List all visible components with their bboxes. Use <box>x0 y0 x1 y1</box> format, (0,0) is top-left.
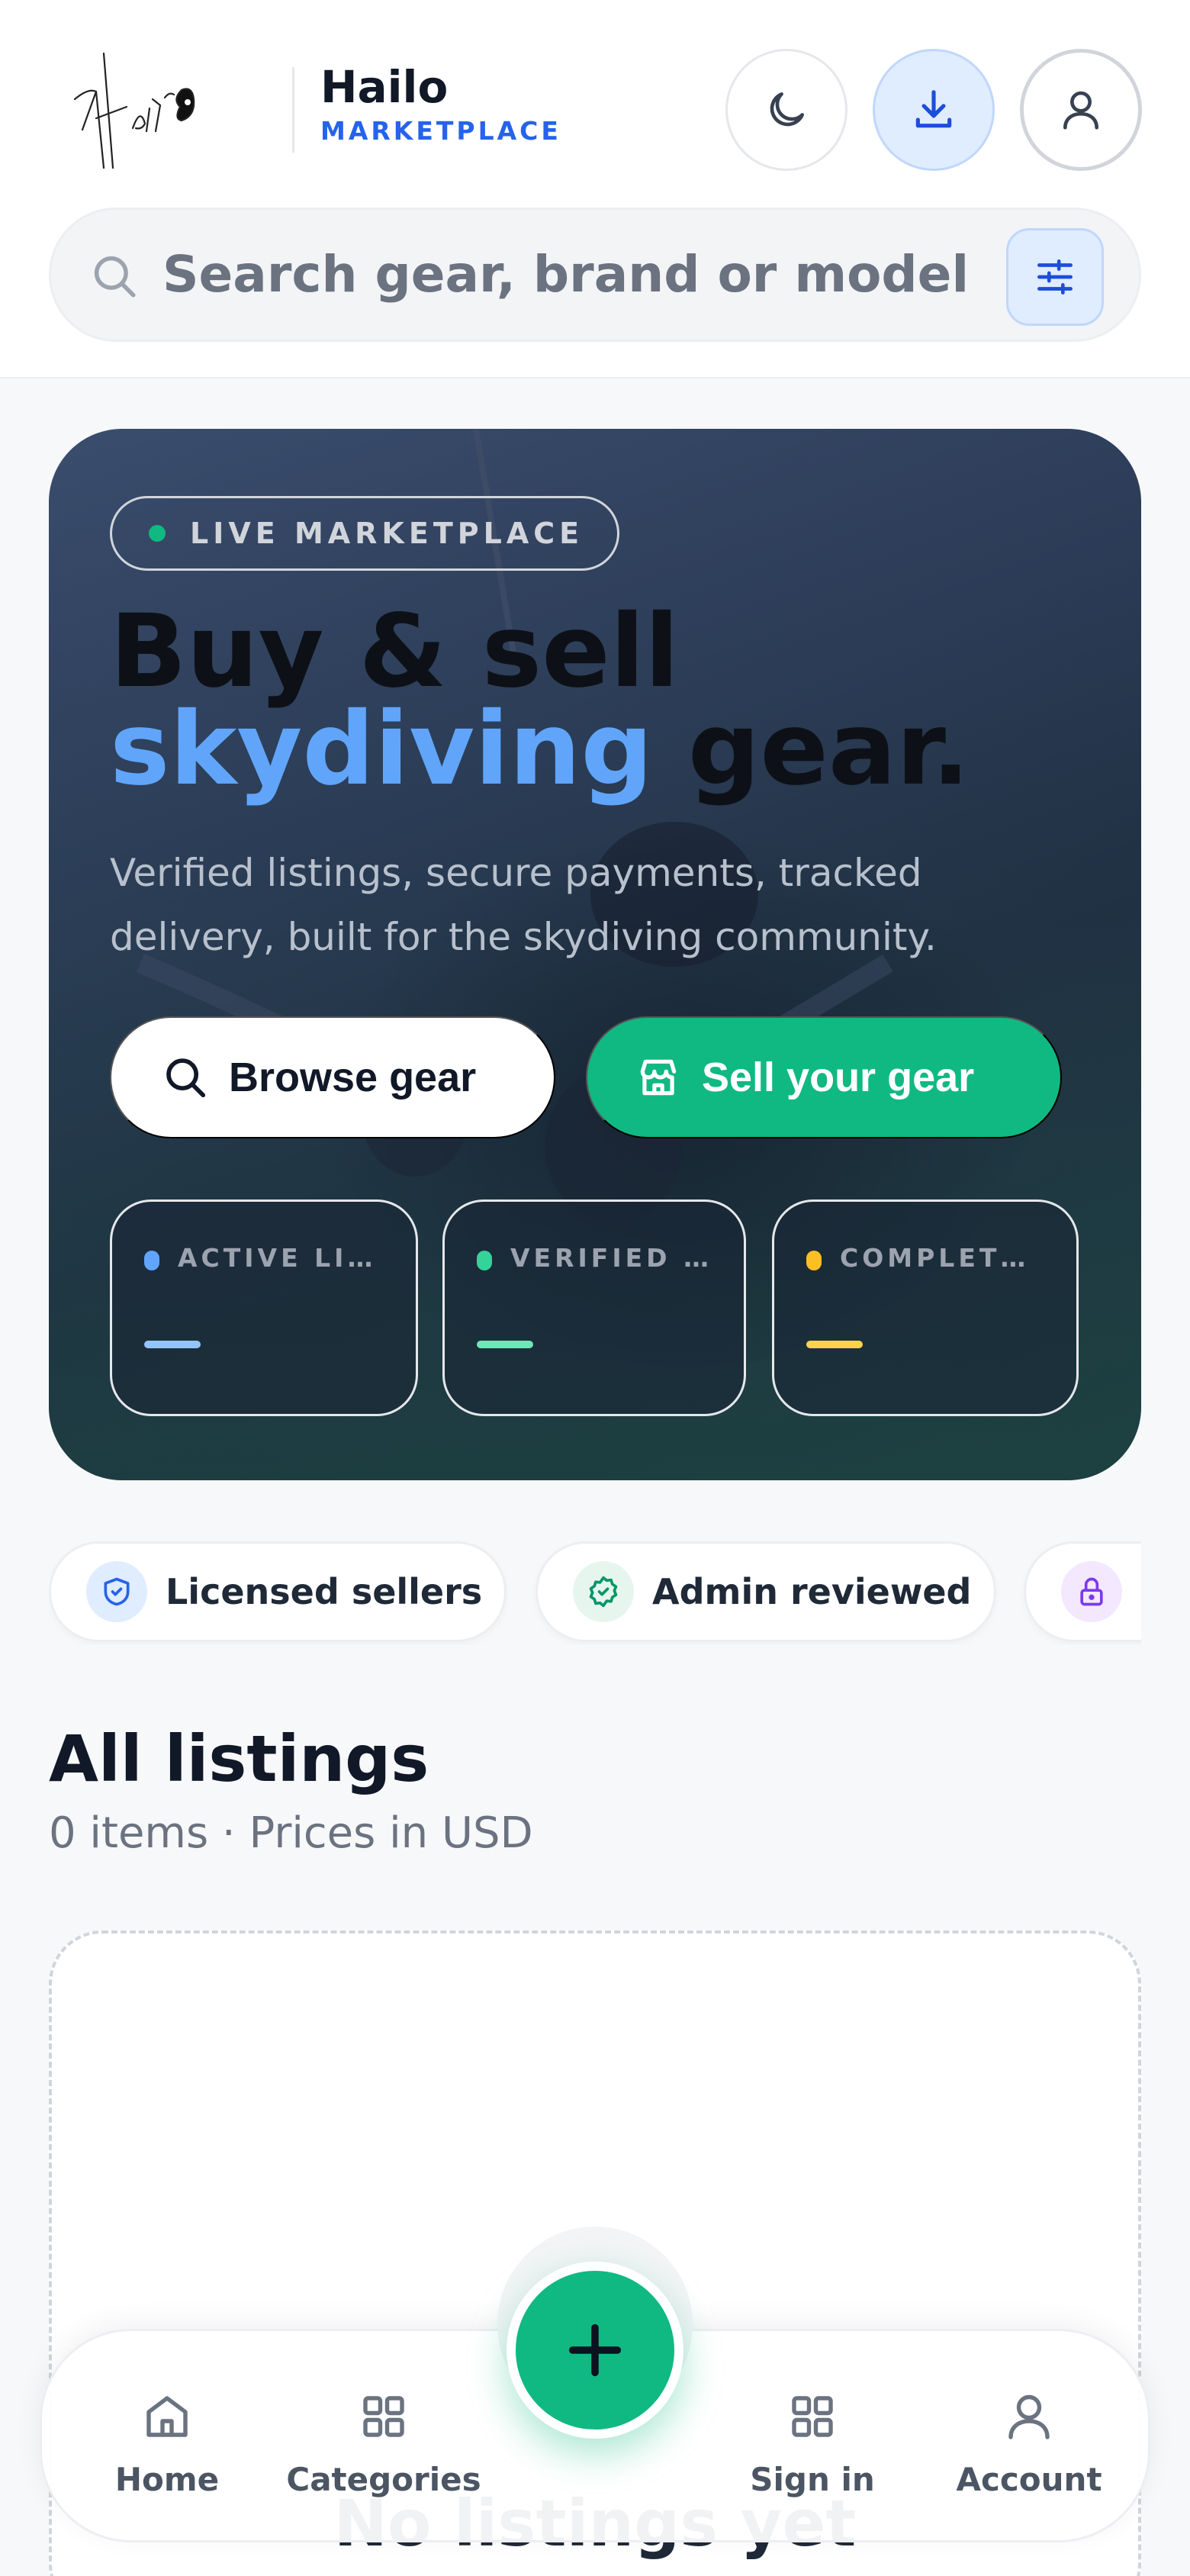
home-icon <box>146 2396 188 2437</box>
account-button[interactable] <box>1020 49 1142 171</box>
live-badge-label: LIVE MARKETPLACE <box>190 517 584 550</box>
hero-subtitle: Verified listings, secure payments, trac… <box>110 851 937 959</box>
nav-label: Sign in <box>750 2461 875 2498</box>
nav-sign-in[interactable]: Sign in <box>706 2389 919 2498</box>
shield-check-icon <box>86 1561 147 1622</box>
hero-banner: LIVE MARKETPLACE Buy & sell skydiving ge… <box>49 429 1141 1480</box>
grid-icon <box>363 2396 404 2437</box>
sliders-icon <box>1037 259 1073 295</box>
chip-admin-reviewed: Admin reviewed <box>536 1541 996 1642</box>
search-icon <box>94 256 136 298</box>
live-status-dot <box>149 525 166 542</box>
nav-label: Categories <box>286 2461 481 2498</box>
stat-card-verified-sellers: VERIFIED SELLERS <box>442 1199 746 1416</box>
nav-label: Home <box>114 2461 220 2498</box>
moon-icon <box>770 92 804 127</box>
stat-value-placeholder <box>806 1341 863 1348</box>
nav-categories[interactable]: Categories <box>277 2389 490 2498</box>
store-icon <box>640 1059 677 1096</box>
app-header: Hailo MARKETPLACE Search gear, brand or … <box>0 0 1190 378</box>
theme-toggle-button[interactable] <box>725 49 847 171</box>
stat-label: COMPLETED SALES <box>840 1243 1046 1273</box>
stat-value-placeholder <box>477 1341 533 1348</box>
browse-gear-button[interactable]: Browse gear <box>110 1016 555 1138</box>
lock-icon <box>1061 1561 1122 1622</box>
brand-divider <box>292 67 294 153</box>
stat-card-completed-sales: COMPLETED SALES <box>772 1199 1079 1416</box>
user-icon <box>1008 2394 1050 2439</box>
nav-label: Account <box>956 2461 1102 2498</box>
grid-icon <box>792 2396 833 2437</box>
chip-label: Licensed sellers <box>166 1571 483 1612</box>
install-app-button[interactable] <box>873 49 995 171</box>
search-input[interactable]: Search gear, brand or model <box>162 245 969 304</box>
create-listing-button[interactable] <box>507 2262 683 2439</box>
search-bar[interactable]: Search gear, brand or model <box>49 208 1141 342</box>
nav-home[interactable]: Home <box>60 2389 274 2498</box>
listings-summary: 0 items · Prices in USD <box>49 1808 533 1858</box>
live-marketplace-badge: LIVE MARKETPLACE <box>110 496 619 571</box>
chip-licensed-sellers: Licensed sellers <box>49 1541 507 1642</box>
hero-title-accent: skydiving <box>110 691 653 808</box>
sell-gear-label: Sell your gear <box>702 1055 975 1100</box>
brand-name: Hailo <box>320 61 449 113</box>
filter-button[interactable] <box>1006 228 1104 326</box>
badge-check-icon <box>573 1561 634 1622</box>
browse-gear-label: Browse gear <box>229 1055 477 1100</box>
trust-chips-row[interactable]: Licensed sellers Admin reviewed <box>49 1541 1141 1645</box>
brand-subtitle: MARKETPLACE <box>320 116 561 146</box>
listings-title: All listings <box>49 1721 429 1796</box>
nav-account[interactable]: Account <box>922 2389 1136 2498</box>
stat-label: ACTIVE LISTINGS <box>178 1243 385 1273</box>
chip-label: Admin reviewed <box>652 1571 972 1612</box>
stat-value-placeholder <box>144 1341 201 1348</box>
user-icon <box>1063 91 1098 130</box>
hero-title-rest: gear. <box>652 691 970 808</box>
hailo-logo[interactable] <box>66 46 249 175</box>
download-icon <box>915 90 952 128</box>
chip-secure-payments <box>1024 1541 1141 1642</box>
sell-gear-button[interactable]: Sell your gear <box>586 1016 1062 1138</box>
plus-icon <box>568 2323 622 2377</box>
stat-card-active-listings: ACTIVE LISTINGS <box>110 1199 418 1416</box>
search-icon <box>166 1058 206 1098</box>
hero-title: Buy & sell skydiving gear. <box>110 601 970 800</box>
stat-label: VERIFIED SELLERS <box>510 1243 713 1273</box>
